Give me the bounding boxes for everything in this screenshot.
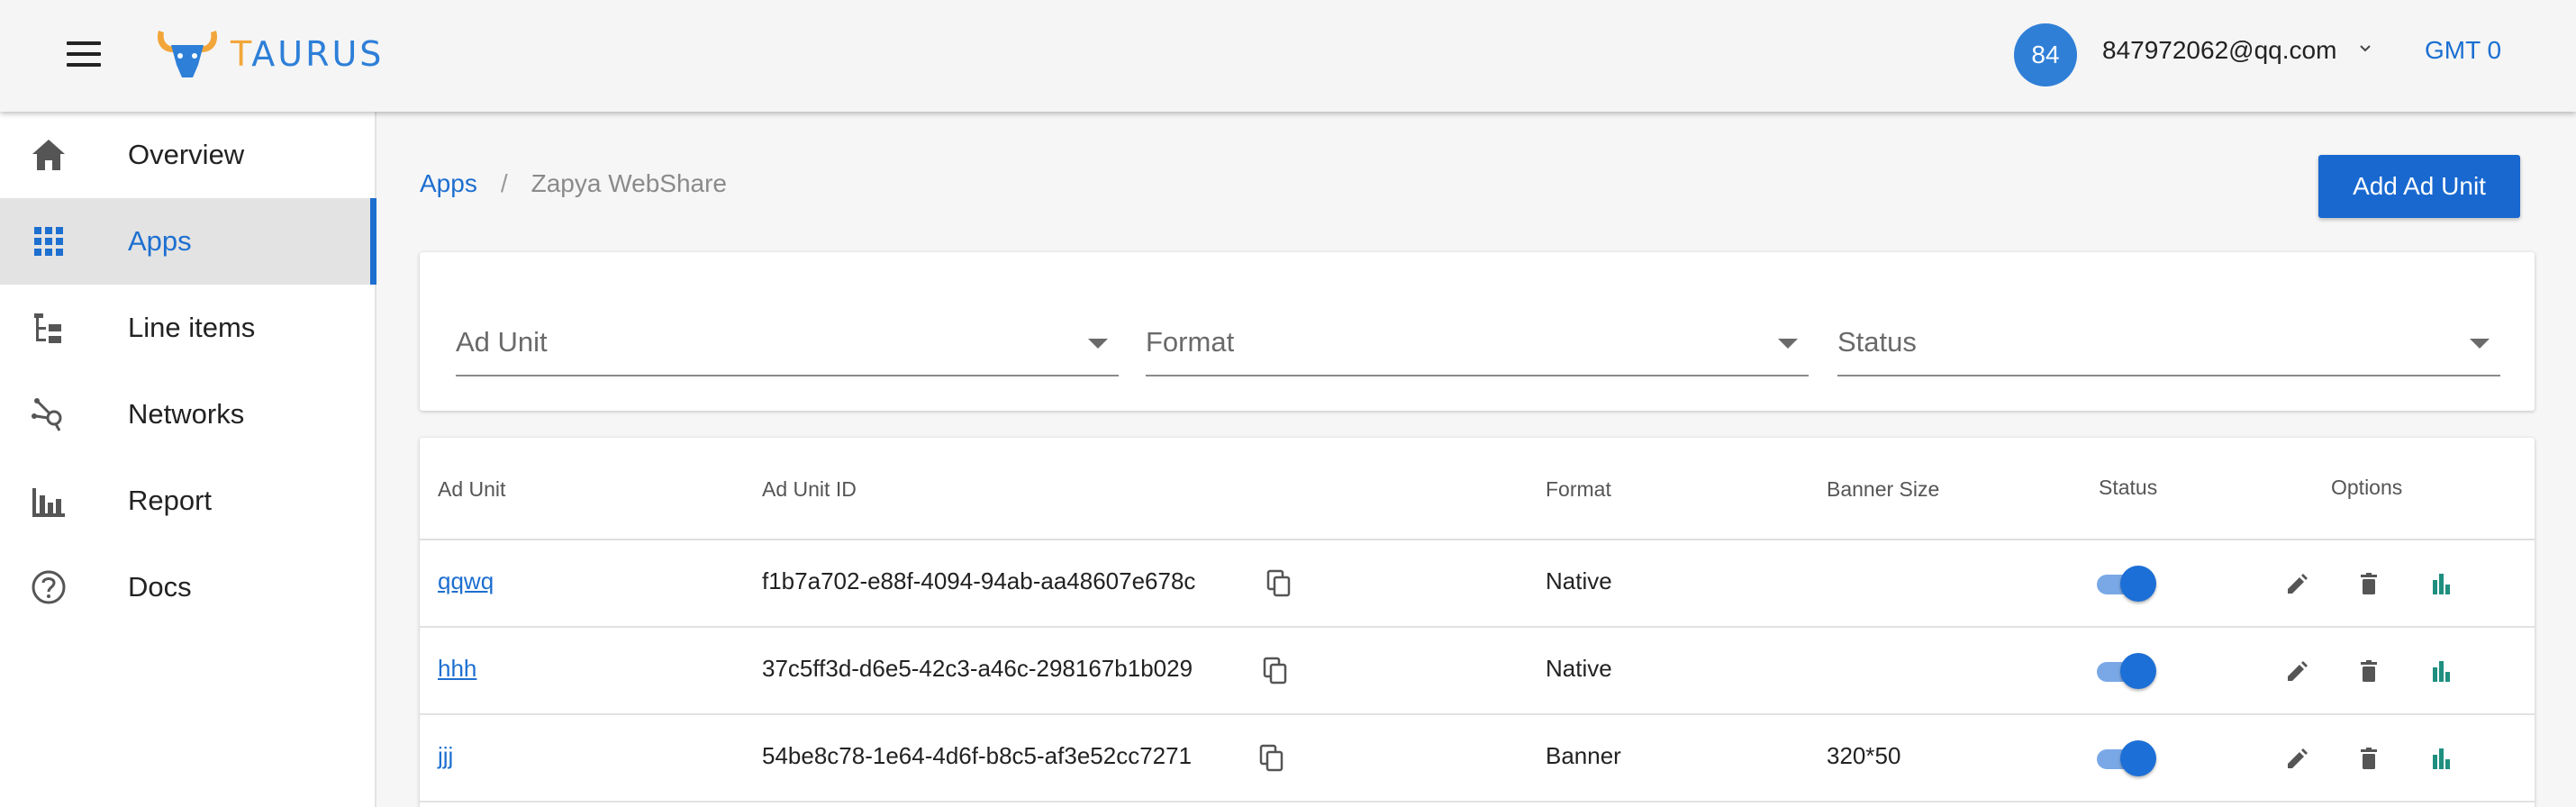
status-toggle[interactable] bbox=[2093, 564, 2158, 603]
column-header-status[interactable]: Status bbox=[2099, 476, 2157, 500]
ad-units-table: Ad Unit Ad Unit ID Format Banner Size St… bbox=[420, 438, 2535, 807]
sidebar-item-overview[interactable]: Overview bbox=[0, 112, 376, 198]
report-chart-icon[interactable] bbox=[2426, 657, 2455, 685]
column-header-format[interactable]: Format bbox=[1546, 477, 1611, 502]
top-app-bar: TAURUS 84 847972062@qq.com GMT 0 bbox=[0, 0, 2576, 112]
ad-unit-name-link[interactable]: qqwq bbox=[438, 567, 494, 595]
filter-label: Ad Unit bbox=[456, 326, 548, 358]
sidebar-item-label: Report bbox=[128, 485, 213, 516]
report-icon bbox=[32, 488, 65, 517]
help-icon bbox=[32, 570, 66, 604]
column-header-ad-unit-id[interactable]: Ad Unit ID bbox=[762, 477, 857, 502]
edit-icon[interactable] bbox=[2282, 744, 2311, 773]
taurus-logo[interactable]: TAURUS bbox=[153, 25, 384, 83]
copy-icon[interactable] bbox=[1263, 657, 1290, 685]
table-row: hhh 37c5ff3d-d6e5-42c3-a46c-298167b1b029… bbox=[420, 628, 2535, 715]
home-icon bbox=[32, 140, 65, 170]
dropdown-arrow-icon bbox=[1778, 339, 1798, 349]
hamburger-menu-icon[interactable] bbox=[56, 32, 113, 76]
table-row: qqwq f1b7a702-e88f-4094-94ab-aa48607e678… bbox=[420, 540, 2535, 628]
sidebar-item-docs[interactable]: Docs bbox=[0, 544, 376, 630]
networks-icon bbox=[32, 398, 62, 431]
filter-label: Format bbox=[1146, 326, 1235, 358]
dropdown-arrow-icon bbox=[1088, 339, 1108, 349]
ad-unit-select[interactable]: Ad Unit bbox=[456, 324, 1119, 376]
bull-logo-icon bbox=[157, 31, 218, 77]
sidebar-item-label: Networks bbox=[128, 398, 245, 430]
sidebar-nav: Overview Apps Line items Networks Report… bbox=[0, 112, 376, 807]
sidebar-item-report[interactable]: Report bbox=[0, 458, 376, 544]
report-chart-icon[interactable] bbox=[2426, 744, 2455, 773]
ad-unit-format: Native bbox=[1546, 655, 1612, 682]
format-select[interactable]: Format bbox=[1146, 324, 1809, 376]
sidebar-item-apps[interactable]: Apps bbox=[0, 198, 376, 285]
dropdown-arrow-icon bbox=[2470, 339, 2490, 349]
add-ad-unit-button[interactable]: Add Ad Unit bbox=[2318, 155, 2520, 218]
column-header-banner-size[interactable]: Banner Size bbox=[1827, 477, 1939, 502]
timezone-selector[interactable]: GMT 0 bbox=[2425, 36, 2501, 65]
status-toggle[interactable] bbox=[2093, 739, 2158, 778]
edit-icon[interactable] bbox=[2282, 657, 2311, 685]
ad-unit-id: 37c5ff3d-d6e5-42c3-a46c-298167b1b029 bbox=[762, 655, 1193, 682]
breadcrumb: Apps / Zapya WebShare bbox=[420, 169, 727, 198]
line-items-icon bbox=[34, 313, 61, 343]
filter-panel: Ad Unit Format Status bbox=[420, 252, 2535, 411]
chevron-down-icon[interactable] bbox=[2358, 41, 2372, 56]
ad-unit-format: Banner bbox=[1546, 742, 1621, 769]
sidebar-item-networks[interactable]: Networks bbox=[0, 371, 376, 458]
breadcrumb-separator: / bbox=[500, 169, 508, 197]
breadcrumb-apps-link[interactable]: Apps bbox=[420, 169, 477, 198]
user-email-menu[interactable]: 847972062@qq.com bbox=[2102, 36, 2336, 65]
copy-icon[interactable] bbox=[1266, 569, 1293, 598]
sidebar-item-label: Line items bbox=[128, 312, 256, 343]
copy-icon[interactable] bbox=[1259, 744, 1286, 773]
table-row: jjj 54be8c78-1e64-4d6f-b8c5-af3e52cc7271… bbox=[420, 715, 2535, 802]
filter-label: Status bbox=[1837, 326, 1917, 358]
report-chart-icon[interactable] bbox=[2426, 569, 2455, 598]
ad-unit-format: Native bbox=[1546, 567, 1612, 594]
ad-unit-id: 54be8c78-1e64-4d6f-b8c5-af3e52cc7271 bbox=[762, 742, 1193, 769]
edit-icon[interactable] bbox=[2282, 569, 2311, 598]
status-toggle[interactable] bbox=[2093, 651, 2158, 691]
logo-text: TAURUS bbox=[231, 34, 385, 74]
ad-unit-name-link[interactable]: hhh bbox=[438, 655, 476, 683]
sidebar-item-label: Overview bbox=[128, 139, 245, 170]
user-avatar[interactable]: 84 bbox=[2014, 23, 2077, 86]
column-header-ad-unit[interactable]: Ad Unit bbox=[438, 477, 505, 502]
apps-grid-icon bbox=[34, 227, 63, 256]
ad-unit-id: f1b7a702-e88f-4094-94ab-aa48607e678c bbox=[762, 567, 1196, 594]
sidebar-item-label: Apps bbox=[128, 225, 192, 257]
breadcrumb-current: Zapya WebShare bbox=[531, 169, 727, 197]
delete-icon[interactable] bbox=[2354, 569, 2383, 598]
ad-unit-name-link[interactable]: jjj bbox=[438, 742, 453, 770]
sidebar-item-label: Docs bbox=[128, 571, 192, 603]
delete-icon[interactable] bbox=[2354, 744, 2383, 773]
sidebar-item-line-items[interactable]: Line items bbox=[0, 285, 376, 371]
delete-icon[interactable] bbox=[2354, 657, 2383, 685]
column-header-options: Options bbox=[2331, 476, 2403, 499]
status-select[interactable]: Status bbox=[1837, 324, 2500, 376]
banner-size: 320*50 bbox=[1827, 742, 1901, 769]
